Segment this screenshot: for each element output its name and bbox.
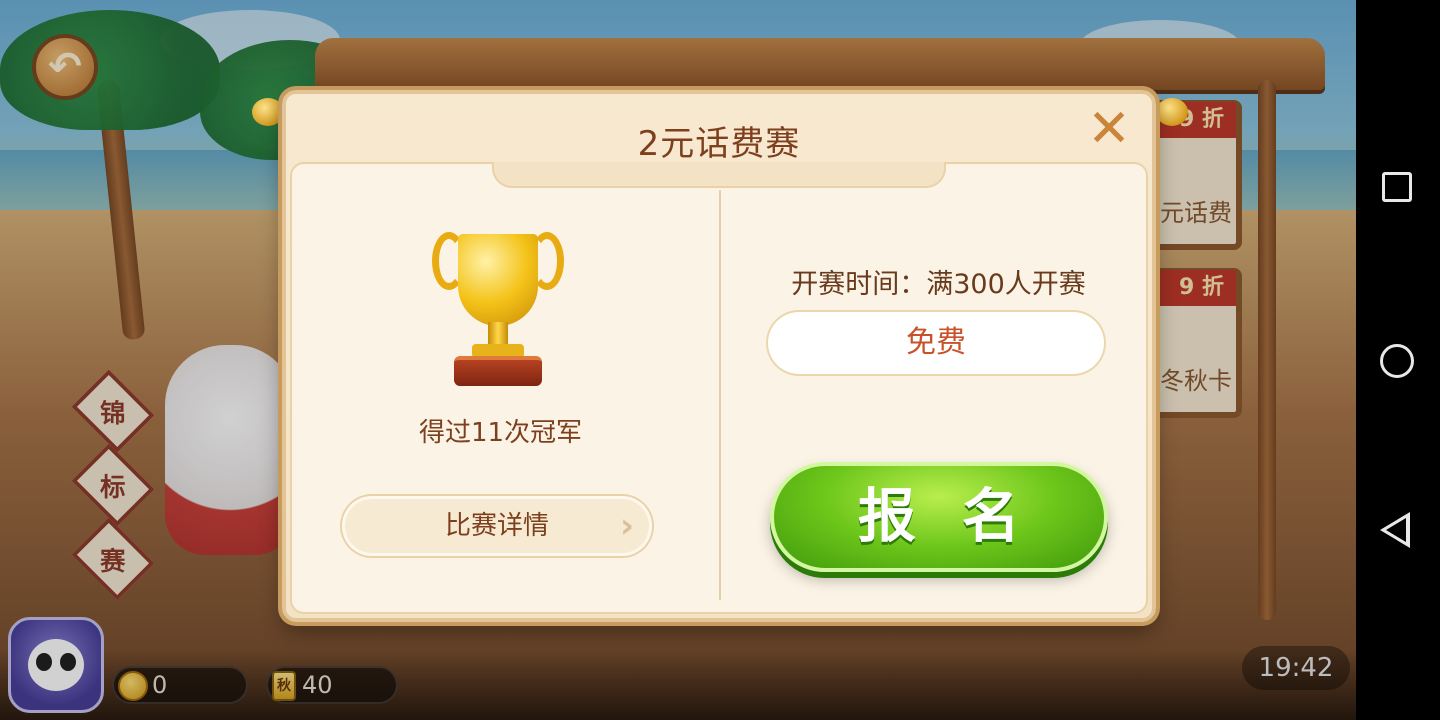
signup-button[interactable]: 报名	[770, 462, 1108, 572]
scroll-rod-left	[252, 98, 284, 126]
match-details-label: 比赛详情	[444, 511, 549, 541]
close-icon[interactable]: ✕	[1086, 103, 1132, 155]
trophy-icon	[432, 222, 564, 398]
dialog-title: 2元话费赛	[637, 124, 801, 164]
recent-apps-icon[interactable]	[1382, 172, 1412, 202]
scroll-rod-right	[1156, 98, 1188, 126]
home-icon[interactable]	[1380, 344, 1414, 378]
chevron-right-icon: ›	[619, 506, 634, 546]
trophy-base	[454, 356, 542, 386]
divider	[719, 190, 721, 600]
start-time-text: 开赛时间：满300人开赛	[791, 269, 1086, 300]
champion-count-text: 得过11次冠军	[418, 418, 583, 448]
match-details-button[interactable]: 比赛详情 ›	[342, 496, 652, 556]
system-nav-bar	[1356, 0, 1440, 720]
trophy-cup	[458, 234, 538, 326]
nav-back-icon-inner	[1386, 518, 1406, 542]
tournament-dialog: 2元话费赛 ✕ 得过11次冠军 比赛详情 › 开赛时间：满300人开赛 免费 报…	[282, 90, 1156, 622]
entry-fee: 免费	[768, 312, 1104, 374]
